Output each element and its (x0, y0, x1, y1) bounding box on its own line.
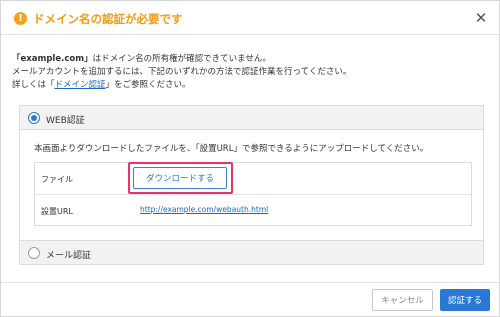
intro-line-1-rest: はドメイン名の所有権が確認できていません。 (92, 54, 271, 64)
mail-auth-radio[interactable] (28, 247, 40, 259)
domain-auth-help-link[interactable]: ドメイン認証 (55, 80, 106, 90)
close-icon[interactable]: ✕ (473, 10, 489, 26)
table-row-file: ファイル ダウンロードする (35, 162, 471, 195)
domain-auth-dialog: ! ドメイン名の認証が必要です ✕ 「example.com」はドメイン名の所有… (0, 0, 500, 317)
intro-line-2: メールアカウントを追加するには、下記のいずれかの方法で認証作業を行ってください。 (12, 67, 352, 77)
mail-auth-label[interactable]: メール認証 (46, 248, 91, 261)
file-label: ファイル (41, 175, 73, 184)
download-button[interactable]: ダウンロードする (133, 167, 227, 189)
intro-line-1: 「example.com」はドメイン名の所有権が確認できていません。 (12, 53, 351, 66)
warning-icon: ! (14, 12, 27, 25)
dialog-footer: キャンセル 認証する (1, 282, 499, 316)
cancel-button[interactable]: キャンセル (372, 289, 433, 311)
web-auth-description: 本画面よりダウンロードしたファイルを、「設置URL」で参照できるようにアップロー… (34, 144, 429, 154)
install-url-label: 設置URL (41, 207, 73, 216)
intro-domain: 「example.com」 (12, 54, 93, 64)
auth-method-panel: WEB認証 本画面よりダウンロードしたファイルを、「設置URL」で参照できるよう… (19, 105, 484, 265)
intro-text: 「example.com」はドメイン名の所有権が確認できていません。 メールアカ… (12, 53, 351, 92)
intro-line-3-suffix: 」をご参照ください。 (105, 80, 191, 90)
authenticate-button[interactable]: 認証する (440, 289, 490, 311)
web-auth-radio[interactable] (28, 112, 40, 124)
mail-auth-option[interactable]: メール認証 (20, 240, 483, 264)
web-auth-label[interactable]: WEB認証 (46, 113, 85, 126)
intro-line-3-prefix: 詳しくは「 (12, 80, 55, 90)
intro-line-3: 詳しくは「ドメイン認証」をご参照ください。 (12, 79, 351, 92)
web-auth-option[interactable]: WEB認証 (20, 106, 483, 130)
install-url-link[interactable]: http://example.com/webauth.html (140, 205, 268, 214)
table-row-url: 設置URL http://example.com/webauth.html (35, 195, 471, 225)
dialog-title: ドメイン名の認証が必要です (33, 12, 183, 26)
dialog-header: ! ドメイン名の認証が必要です ✕ (1, 1, 499, 35)
web-auth-table: ファイル ダウンロードする 設置URL http://example.com/w… (34, 162, 472, 226)
